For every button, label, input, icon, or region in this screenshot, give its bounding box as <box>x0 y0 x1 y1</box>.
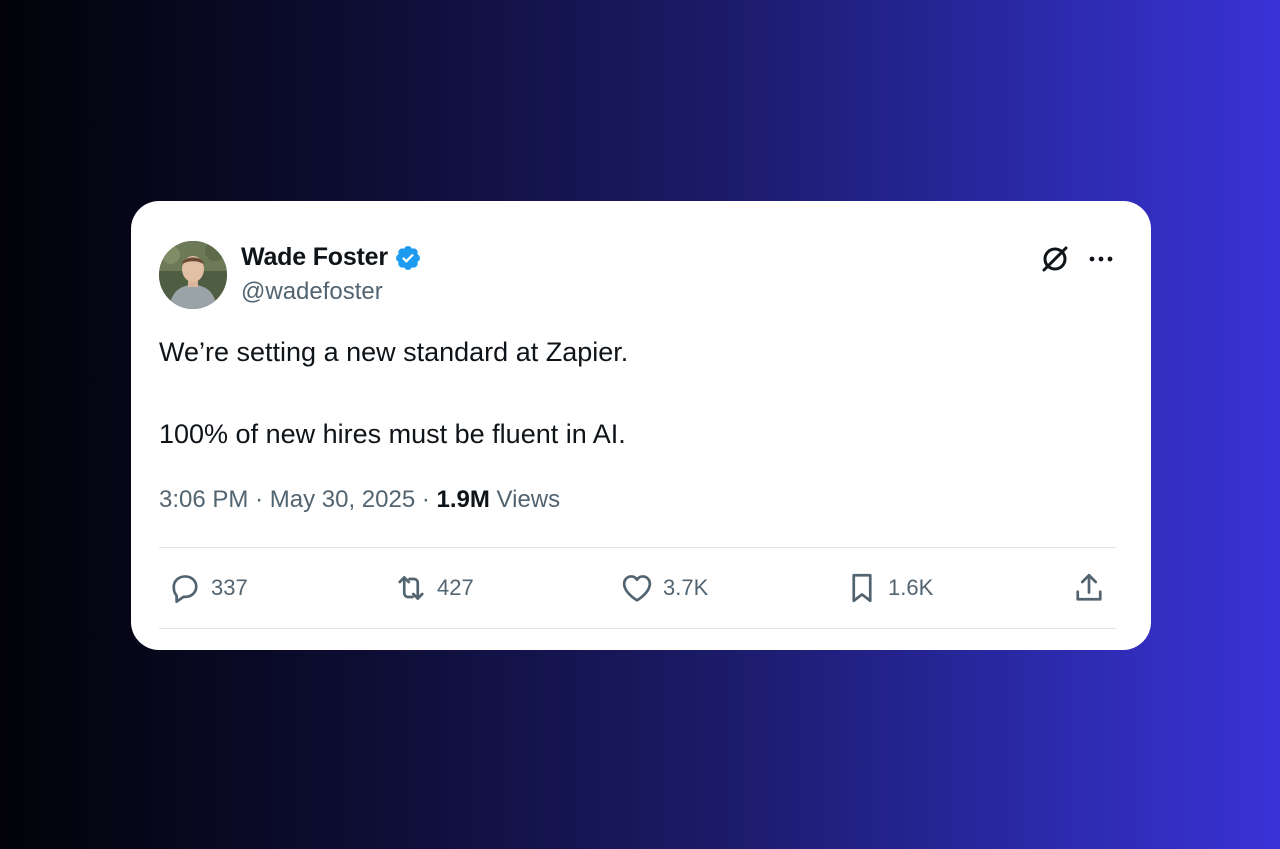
author-handle[interactable]: @wadefoster <box>241 278 383 306</box>
meta-separator: · <box>421 486 430 513</box>
like-count: 3.7K <box>663 575 709 600</box>
reply-icon <box>167 570 203 606</box>
tweet-text-line: 100% of new hires must be fluent in AI. <box>159 419 626 449</box>
like-button[interactable]: 3.7K <box>619 570 708 606</box>
views-count: 1.9M <box>436 486 490 513</box>
tweet-date[interactable]: May 30, 2025 <box>270 486 415 513</box>
author-name[interactable]: Wade Foster <box>241 243 388 272</box>
tweet-time[interactable]: 3:06 PM <box>159 486 248 513</box>
meta-separator: · <box>255 486 264 513</box>
retweet-icon <box>393 570 429 606</box>
bookmark-button[interactable]: 1.6K <box>844 570 933 606</box>
divider <box>159 628 1116 629</box>
bookmark-count: 1.6K <box>888 575 934 600</box>
share-button[interactable] <box>1071 570 1107 606</box>
retweet-button[interactable]: 427 <box>393 570 474 606</box>
more-icon[interactable] <box>1085 243 1117 275</box>
author-name-row[interactable]: Wade Foster <box>241 243 422 272</box>
views-label: Views <box>496 486 561 513</box>
retweet-count: 427 <box>437 575 474 600</box>
tweet-text-line: We’re setting a new standard at Zapier. <box>159 337 629 367</box>
bookmark-icon <box>844 570 880 606</box>
reply-button[interactable]: 337 <box>167 570 248 606</box>
heart-icon <box>619 570 655 606</box>
divider <box>159 547 1116 548</box>
grok-icon[interactable] <box>1039 243 1071 275</box>
reply-count: 337 <box>211 575 248 600</box>
avatar[interactable] <box>159 241 227 309</box>
verified-badge-icon <box>394 244 422 272</box>
tweet-card[interactable]: Wade Foster @wadefoster We’re setting a … <box>131 201 1151 650</box>
tweet-meta: 3:06 PM · May 30, 2025 · 1.9M Views <box>159 486 560 514</box>
share-icon <box>1071 570 1107 606</box>
